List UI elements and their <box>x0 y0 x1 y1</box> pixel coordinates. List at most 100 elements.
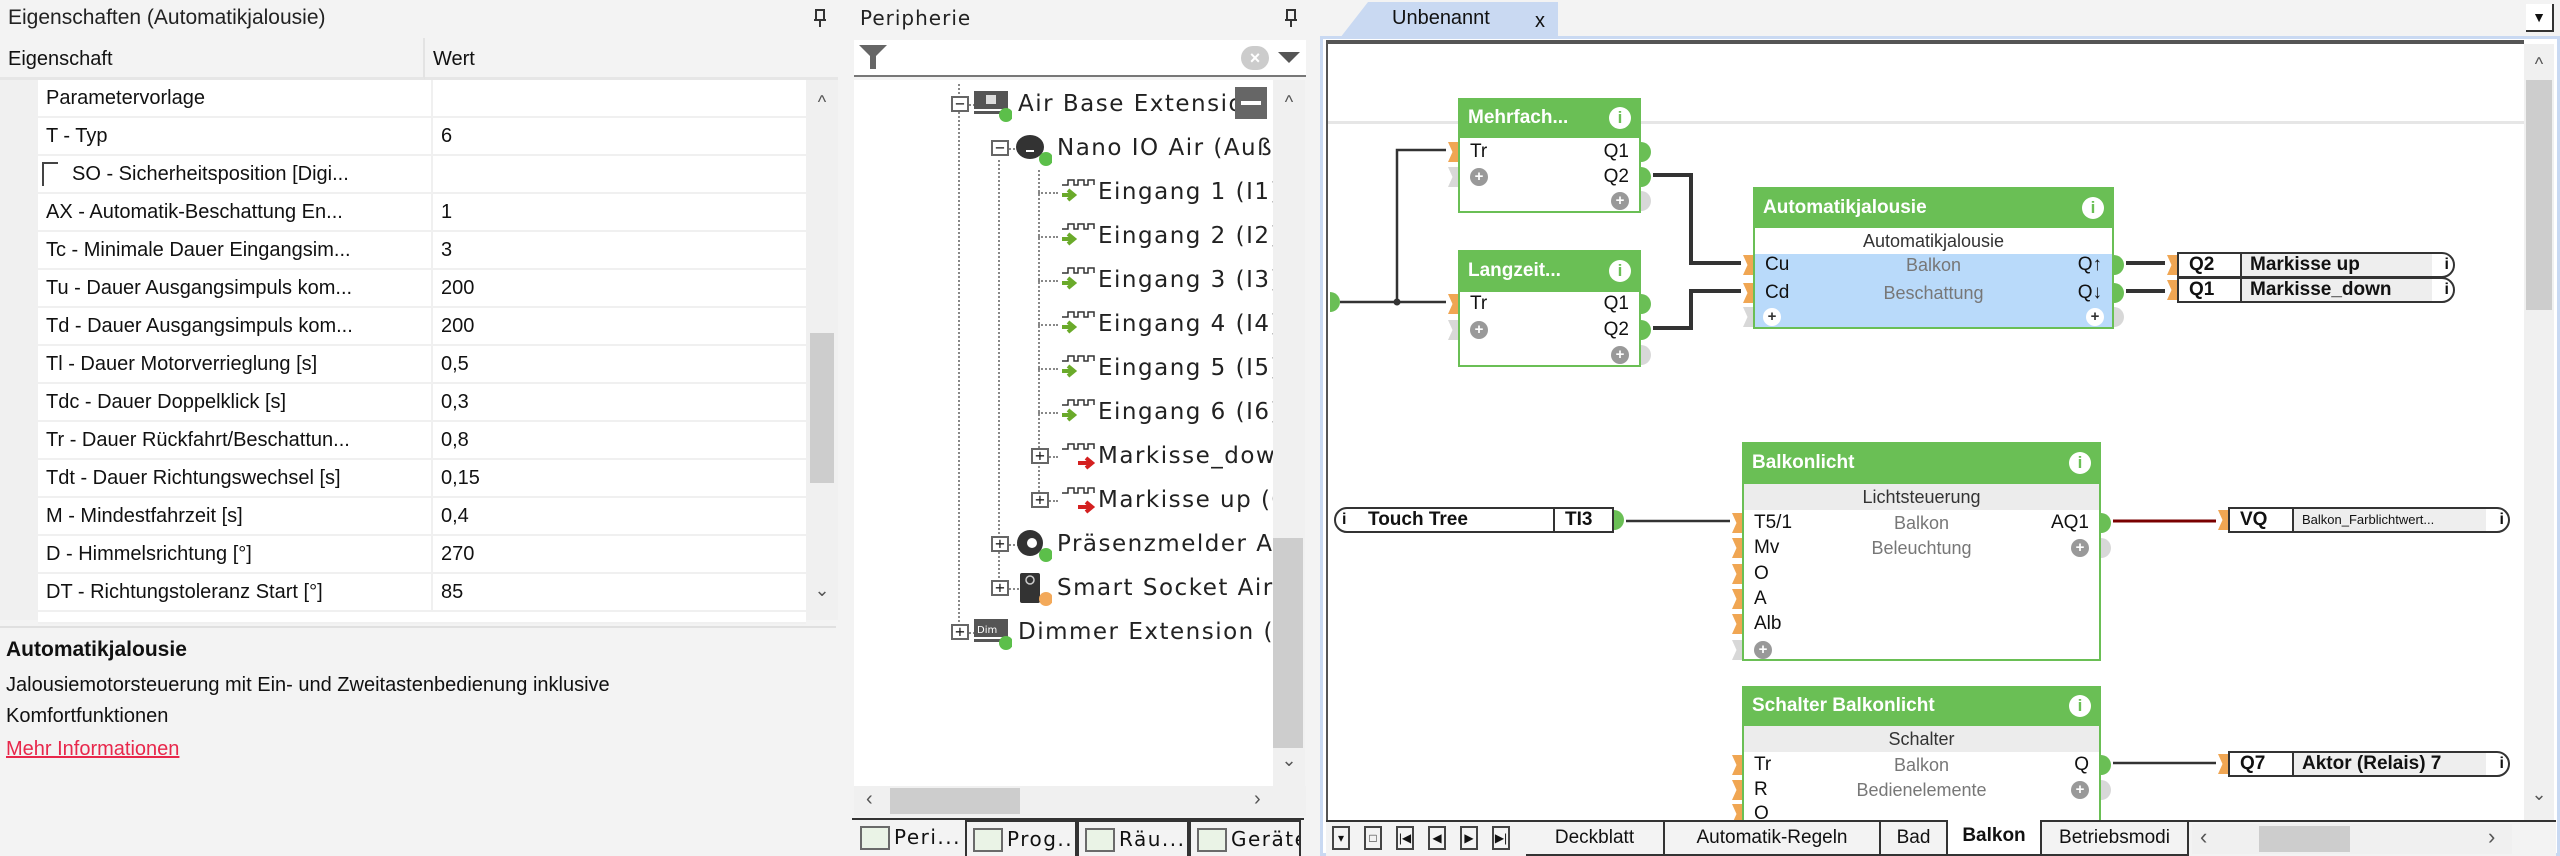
sheet-tab-automatik-regeln[interactable]: Automatik-Regeln <box>1663 822 1879 856</box>
property-row[interactable]: Tl - Dauer Motorverrieglung [s] 0,5 <box>38 346 806 384</box>
tree-item[interactable]: Eingang 4 (I4) <box>1098 302 1273 346</box>
property-value[interactable]: 0,15 <box>431 460 806 496</box>
add-input-icon[interactable]: + <box>1754 641 1772 659</box>
scroll-down-icon[interactable]: ⌄ <box>1273 750 1305 771</box>
pin-icon[interactable] <box>1284 8 1298 28</box>
info-icon[interactable]: i <box>2445 254 2449 276</box>
scrollbar-thumb[interactable] <box>810 333 834 483</box>
tree-item[interactable]: Eingang 5 (I5) <box>1098 346 1273 390</box>
property-value[interactable]: 3 <box>431 232 806 268</box>
add-output-icon[interactable]: + <box>1611 346 1629 364</box>
output-ref-markisse-down[interactable]: Q1 Markisse_down i <box>2167 277 2455 303</box>
scroll-up-icon[interactable]: ^ <box>1273 92 1305 113</box>
tree-item[interactable]: Markisse_down <box>1098 434 1273 478</box>
info-icon[interactable]: i <box>2069 452 2091 474</box>
tree-item[interactable]: Präsenzmelder Air <box>1057 522 1273 566</box>
sheet-tab-betriebsmodi[interactable]: Betriebsmodi <box>2040 822 2189 856</box>
property-value[interactable]: 6 <box>431 118 806 154</box>
scroll-up-icon[interactable]: ^ <box>2524 54 2554 75</box>
collapse-all-icon[interactable] <box>1235 87 1267 119</box>
sheet-tab-balkon[interactable]: Balkon <box>1946 820 2040 856</box>
more-info-link[interactable]: Mehr Informationen <box>6 738 179 761</box>
output-ref-q7[interactable]: Q7 Aktor (Relais) 7 i <box>2218 751 2510 777</box>
property-value[interactable]: 270 <box>431 536 806 572</box>
property-value[interactable]: 1 <box>431 194 806 230</box>
expand-checkbox[interactable] <box>42 162 58 186</box>
block-balkonlicht[interactable]: Balkonlicht i Lichtsteuerung Balkon Beleu… <box>1732 442 2111 661</box>
output-ref-vq[interactable]: VQ Balkon_Farblichtwert... i <box>2218 507 2510 533</box>
add-output-icon[interactable]: + <box>1611 192 1629 210</box>
input-ref-touch-tree[interactable]: i Touch Tree TI3 <box>1334 507 1624 533</box>
info-icon[interactable]: i <box>2069 695 2091 717</box>
output-ref-markisse-up[interactable]: Q2 Markisse up i <box>2167 252 2455 278</box>
tree-item[interactable]: Eingang 6 (I6) <box>1098 390 1273 434</box>
info-icon[interactable]: i <box>2445 279 2449 301</box>
first-sheet-icon[interactable]: |◀ <box>1396 826 1414 850</box>
property-row[interactable]: DT - Richtungstoleranz Start [°] 85 <box>38 574 806 612</box>
property-value[interactable]: 85 <box>431 574 806 610</box>
scroll-left-icon[interactable]: ‹ <box>2200 824 2207 850</box>
canvas-vscrollbar[interactable]: ^ ⌄ <box>2524 44 2554 820</box>
scrollbar-thumb[interactable] <box>890 788 1020 814</box>
tab-geraete[interactable]: Geräte <box>1189 820 1301 856</box>
expand-icon[interactable]: + <box>1031 448 1049 464</box>
sheet-menu-icon[interactable]: ▾ <box>1332 826 1350 850</box>
expand-icon[interactable]: + <box>951 624 969 640</box>
property-row[interactable]: AX - Automatik-Beschattung En... 1 <box>38 194 806 232</box>
property-row[interactable]: Tu - Dauer Ausgangsimpuls kom... 200 <box>38 270 806 308</box>
prev-sheet-icon[interactable]: ◀ <box>1428 826 1446 850</box>
tree-item[interactable]: Eingang 3 (I3) <box>1098 258 1273 302</box>
property-value[interactable] <box>431 80 806 116</box>
next-sheet-icon[interactable]: ▶ <box>1460 826 1478 850</box>
tab-list-dropdown[interactable]: ▼ <box>2526 4 2554 32</box>
tree-item[interactable]: Eingang 1 (I1) <box>1098 170 1273 214</box>
scroll-down-icon[interactable]: ⌄ <box>2524 784 2554 805</box>
sheet-tab-bad[interactable]: Bad <box>1879 822 1946 856</box>
property-value[interactable]: 0,4 <box>431 498 806 534</box>
filter-icon[interactable] <box>858 44 888 70</box>
property-row[interactable]: Tr - Dauer Rückfahrt/Beschattun... 0,8 <box>38 422 806 460</box>
expand-icon[interactable]: + <box>991 536 1009 552</box>
block-mehrfach[interactable]: Mehrfach... i Tr + Q1 Q2 + <box>1448 98 1651 213</box>
pin-icon[interactable] <box>813 8 827 28</box>
info-icon[interactable]: i <box>1609 107 1631 129</box>
add-input-icon[interactable]: + <box>1470 168 1488 186</box>
properties-scrollbar[interactable]: ^ ⌄ <box>806 80 838 620</box>
sheet-tab-deckblatt[interactable]: Deckblatt <box>1526 822 1663 856</box>
tree-vscrollbar[interactable]: ^ ⌄ <box>1273 80 1305 786</box>
tree-item[interactable]: Air Base Extension <box>1018 82 1260 126</box>
tree-item[interactable]: Eingang 2 (I2) <box>1098 214 1273 258</box>
scroll-down-icon[interactable]: ⌄ <box>806 580 838 601</box>
last-sheet-icon[interactable]: ▶| <box>1492 826 1510 850</box>
property-row[interactable]: Parametervorlage <box>38 80 806 118</box>
property-row[interactable]: T - Typ 6 <box>38 118 806 156</box>
add-input-icon[interactable]: + <box>1763 308 1781 326</box>
canvas-hscrollbar[interactable]: ‹ › <box>2192 824 2512 854</box>
chevron-down-icon[interactable] <box>1278 52 1300 64</box>
property-row[interactable]: SO - Sicherheitsposition [Digi... <box>38 156 806 194</box>
scroll-up-icon[interactable]: ^ <box>806 92 838 113</box>
property-value[interactable]: 200 <box>431 270 806 306</box>
tree-hscrollbar[interactable]: ‹ › <box>854 786 1306 816</box>
property-row[interactable]: Tc - Minimale Dauer Eingangsim... 3 <box>38 232 806 270</box>
property-row[interactable]: Td - Dauer Ausgangsimpuls kom... 200 <box>38 308 806 346</box>
property-value[interactable] <box>431 156 806 192</box>
scrollbar-thumb[interactable] <box>2526 80 2552 310</box>
tab-peripherie[interactable]: Peri... <box>854 820 964 856</box>
collapse-icon[interactable]: − <box>991 140 1009 156</box>
document-tab[interactable]: Unbenannt x <box>1340 2 1558 38</box>
tree-item[interactable]: Smart Socket Air ( <box>1057 566 1273 610</box>
scroll-right-icon[interactable]: › <box>1254 788 1261 811</box>
scroll-right-icon[interactable]: › <box>2488 824 2495 850</box>
scroll-left-icon[interactable]: ‹ <box>866 788 873 811</box>
info-icon[interactable]: i <box>1609 260 1631 282</box>
block-schalter-balkonlicht[interactable]: Schalter Balkonlicht i Schalter Balkon Be… <box>1732 686 2111 820</box>
tab-programm[interactable]: Prog... <box>965 820 1077 856</box>
sheet-new-icon[interactable]: □ <box>1364 826 1382 850</box>
add-input-icon[interactable]: + <box>1470 321 1488 339</box>
diagram-canvas[interactable]: Mehrfach... i Tr + Q1 Q2 + Langzeit... i T… <box>1326 40 2524 820</box>
column-header-property[interactable]: Eigenschaft <box>0 38 425 80</box>
tree-item[interactable]: Nano IO Air (Außen <box>1057 126 1273 170</box>
property-value[interactable]: 200 <box>431 308 806 344</box>
block-langzeit[interactable]: Langzeit... i Tr + Q1 Q2 + <box>1448 250 1651 367</box>
